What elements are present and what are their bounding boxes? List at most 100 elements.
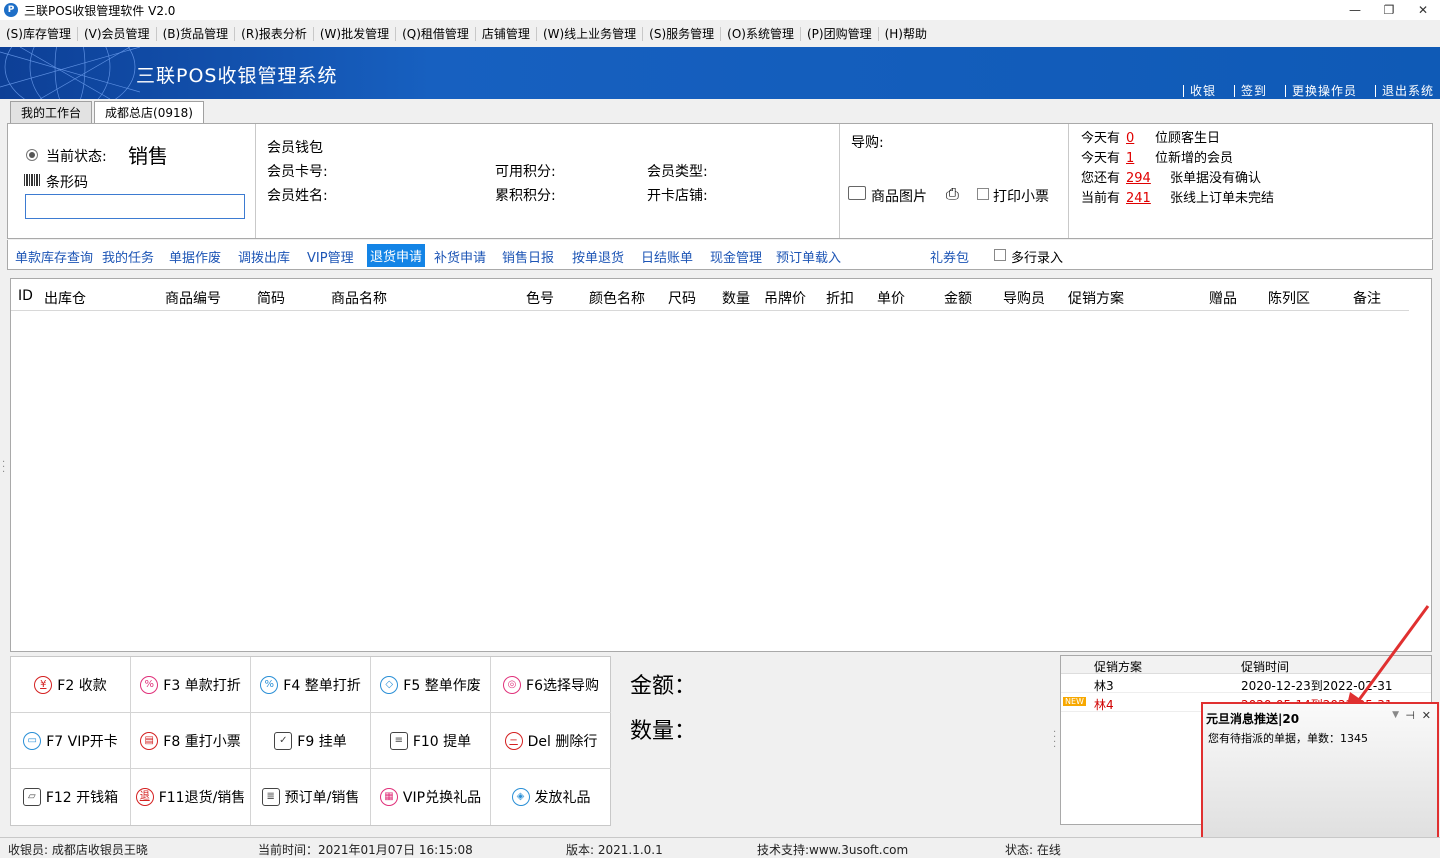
info-panel: 当前状态: 销售 条形码 会员钱包 会员卡号: 会员姓名: 可用积分: 累积积分… (7, 123, 1433, 239)
menu-wholesale[interactable]: (W)批发管理 (314, 27, 397, 41)
link-return-request[interactable]: 退货申请 (367, 244, 426, 267)
menu-store[interactable]: 店铺管理 (476, 27, 537, 41)
close-icon[interactable]: ✕ (1406, 0, 1440, 20)
tab-my-workbench[interactable]: 我的工作台 (10, 101, 93, 123)
window-title: 三联POS收银管理软件 V2.0 (24, 3, 176, 18)
menu-report[interactable]: (R)报表分析 (235, 27, 314, 41)
notice-list: 今天有 0 位顾客生日 今天有 1 位新增的会员 您还有 294 张单据没有确认 当前有 24… (1081, 129, 1274, 209)
barcode-icon (24, 174, 41, 186)
amount-label: 金额： (630, 674, 697, 699)
link-void-document[interactable]: 单据作废 (169, 247, 221, 266)
dropdown-icon[interactable]: ▼ (1392, 710, 1399, 720)
link-vip-management[interactable]: VIP管理 (307, 247, 354, 266)
f7-vip-card-button[interactable]: ▭ F7 VIP开卡 (11, 713, 131, 769)
member-name-label: 会员姓名: (267, 188, 328, 204)
barcode-input[interactable] (25, 194, 245, 219)
link-replenish-request[interactable]: 补货申请 (434, 247, 486, 266)
col-product-code[interactable]: 商品编号 (165, 288, 221, 308)
status-online: 状态: 在线 (1005, 843, 1061, 857)
f4-order-discount-button[interactable]: % F4 整单打折 (251, 657, 371, 713)
popup-title: 元旦消息推送|20 (1206, 712, 1300, 726)
col-display-area[interactable]: 陈列区 (1268, 288, 1310, 308)
printer-icon[interactable]: ⎙ (946, 184, 959, 204)
col-warehouse[interactable]: 出库仓 (44, 288, 86, 308)
menu-system[interactable]: (O)系统管理 (721, 27, 801, 41)
card-no-label: 会员卡号: (267, 164, 328, 180)
product-image-label[interactable]: 商品图片 (871, 186, 927, 206)
col-amount[interactable]: 金额 (944, 288, 972, 308)
menu-service[interactable]: (S)服务管理 (643, 27, 722, 41)
menu-bar: (S)库存管理 (V)会员管理 (B)货品管理 (R)报表分析 (W)批发管理 … (0, 22, 1440, 46)
preorder-sale-button[interactable]: ≣ 预订单/销售 (251, 769, 371, 825)
del-delete-row-button[interactable]: − Del 删除行 (491, 713, 611, 769)
state-radio[interactable] (26, 149, 38, 161)
percent-icon: % (140, 675, 159, 694)
link-return-by-order[interactable]: 按单退货 (572, 247, 624, 266)
image-icon (848, 186, 866, 200)
multi-line-checkbox[interactable] (994, 249, 1006, 261)
menu-group-buy[interactable]: (P)团购管理 (801, 27, 879, 41)
f3-item-discount-button[interactable]: % F3 单款打折 (131, 657, 251, 713)
menu-online[interactable]: (W)线上业务管理 (537, 27, 644, 41)
f11-return-sale-button[interactable]: 退 F11退货/销售 (131, 769, 251, 825)
sales-grid[interactable]: ID 出库仓 商品编号 简码 商品名称 色号 颜色名称 尺码 数量 吊牌价 折扣… (10, 278, 1432, 652)
menu-goods[interactable]: (B)货品管理 (157, 27, 236, 41)
col-size[interactable]: 尺码 (668, 288, 696, 308)
menu-member[interactable]: (V)会员管理 (78, 27, 157, 41)
percent-icon: % (260, 675, 279, 694)
menu-rental[interactable]: (Q)租借管理 (396, 27, 476, 41)
card-icon: ▭ (23, 731, 42, 750)
col-remark[interactable]: 备注 (1353, 288, 1381, 308)
menu-inventory[interactable]: (S)库存管理 (0, 27, 78, 41)
print-receipt-checkbox[interactable] (977, 188, 989, 200)
vip-redeem-gift-button[interactable]: ▦ VIP兑换礼品 (371, 769, 491, 825)
col-color-name[interactable]: 颜色名称 (589, 288, 645, 308)
col-tag-price[interactable]: 吊牌价 (764, 288, 806, 308)
col-color-no[interactable]: 色号 (526, 288, 554, 308)
pin-icon[interactable]: ⊣ (1405, 709, 1415, 722)
link-single-stock-query[interactable]: 单款库存查询 (15, 247, 93, 266)
link-switch-operator[interactable]: 更换操作员 (1284, 85, 1357, 97)
col-discount[interactable]: 折扣 (826, 288, 854, 308)
col-id[interactable]: ID (18, 288, 33, 304)
col-sales-guide[interactable]: 导购员 (1003, 288, 1045, 308)
clipboard-icon: ✓ (274, 731, 293, 750)
tab-chengdu-store[interactable]: 成都总店(0918) (94, 101, 204, 123)
f8-reprint-button[interactable]: ▤ F8 重打小票 (131, 713, 251, 769)
close-icon[interactable]: ✕ (1422, 709, 1431, 722)
f10-recall-order-button[interactable]: ≡ F10 提单 (371, 713, 491, 769)
link-sign-in[interactable]: 签到 (1233, 85, 1267, 97)
col-product-name[interactable]: 商品名称 (331, 288, 387, 308)
minimize-icon[interactable]: — (1338, 0, 1372, 20)
f9-hold-order-button[interactable]: ✓ F9 挂单 (251, 713, 371, 769)
col-unit-price[interactable]: 单价 (877, 288, 905, 308)
link-checkout[interactable]: 收银 (1182, 85, 1216, 97)
link-daily-sales-report[interactable]: 销售日报 (502, 247, 554, 266)
splitter-handle[interactable]: · · · (2, 458, 5, 478)
restore-icon[interactable]: ❐ (1372, 0, 1406, 20)
link-exit-system[interactable]: 退出系统 (1374, 85, 1434, 97)
open-store-label: 开卡店铺: (647, 188, 708, 204)
col-short-code[interactable]: 简码 (257, 288, 285, 308)
issue-gift-button[interactable]: ◈ 发放礼品 (491, 769, 611, 825)
function-buttons: ¥ F2 收款 % F3 单款打折 % F4 整单打折 ◇ F5 整单作废 ◎ F6选择导… (10, 656, 611, 826)
link-gift-voucher[interactable]: 礼券包 (930, 247, 969, 266)
f5-void-order-button[interactable]: ◇ F5 整单作废 (371, 657, 491, 713)
link-my-tasks[interactable]: 我的任务 (102, 247, 154, 266)
f6-select-guide-button[interactable]: ◎ F6选择导购 (491, 657, 611, 713)
eraser-icon: ◇ (380, 675, 399, 694)
link-daily-settlement[interactable]: 日结账单 (641, 247, 693, 266)
app-icon: P (4, 3, 18, 17)
f2-checkout-button[interactable]: ¥ F2 收款 (11, 657, 131, 713)
col-gift[interactable]: 赠品 (1209, 288, 1237, 308)
col-promotion[interactable]: 促销方案 (1068, 288, 1124, 308)
promotion-name-header: 促销方案 (1094, 660, 1143, 674)
system-name: 三联POS收银管理系统 (136, 65, 338, 87)
link-transfer-out[interactable]: 调拨出库 (238, 247, 290, 266)
menu-help[interactable]: (H)帮助 (879, 27, 933, 41)
link-preorder-load[interactable]: 预订单载入 (776, 247, 841, 266)
link-cash-management[interactable]: 现金管理 (710, 247, 762, 266)
f12-cash-drawer-button[interactable]: ▱ F12 开钱箱 (11, 769, 131, 825)
splitter-handle[interactable]: · · · · (1053, 728, 1056, 753)
col-quantity[interactable]: 数量 (722, 288, 750, 308)
